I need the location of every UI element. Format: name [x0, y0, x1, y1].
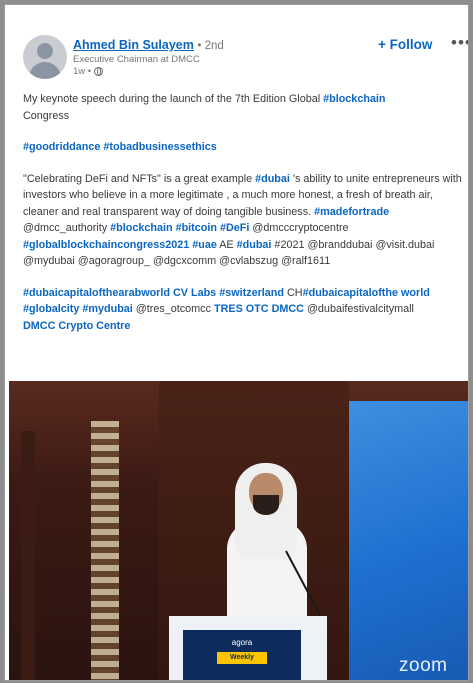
- mention-dmcc-crypto-centre[interactable]: DMCC Crypto Centre: [23, 320, 130, 332]
- hashtag-globalcity[interactable]: #globalcity: [23, 303, 79, 315]
- blue-screen: [349, 401, 468, 680]
- post-paragraph-1: My keynote speech during the launch of t…: [23, 91, 463, 124]
- mention-dmcc-authority[interactable]: @dmcc_authority: [23, 222, 110, 234]
- hashtag-defi[interactable]: #DeFi: [220, 222, 249, 234]
- post-header: Ahmed Bin Sulayem • 2nd Executive Chairm…: [5, 5, 468, 91]
- hashtag-dubai[interactable]: #dubai: [255, 173, 290, 185]
- speaker-beard: [253, 495, 279, 515]
- zoom-watermark: zoom: [399, 655, 448, 676]
- hashtag-bitcoin[interactable]: #bitcoin: [176, 222, 217, 234]
- hashtag-mydubai[interactable]: #mydubai: [82, 303, 132, 315]
- avatar-body-shape: [29, 62, 61, 79]
- post-time: 1w •: [73, 66, 92, 77]
- mention-tres-otcomcc[interactable]: @tres_otcomcc: [133, 303, 214, 315]
- hashtag-dubaicapitalofthearabworld[interactable]: #dubaicapitalofthearabworld: [23, 287, 170, 299]
- podium-logo: agora: [231, 638, 253, 647]
- hashtag-madefortrade[interactable]: #madefortrade: [314, 206, 389, 218]
- globe-icon: [94, 67, 104, 76]
- mention-dmcccryptocentre[interactable]: @dmcccryptocentre: [249, 222, 348, 234]
- hashtag-dubaicapitaloftheworld[interactable]: #dubaicapitalofthe world: [303, 287, 430, 299]
- post-card: Ahmed Bin Sulayem • 2nd Executive Chairm…: [4, 4, 469, 681]
- hashtag-blockchain[interactable]: #blockchain: [323, 93, 385, 105]
- mention-tres-otc-dmcc[interactable]: TRES OTC DMCC: [214, 303, 304, 315]
- connection-degree: • 2nd: [197, 40, 224, 52]
- hashtag-globalblockchaincongress2021[interactable]: #globalblockchaincongress2021: [23, 239, 189, 251]
- post-paragraph-4: #dubaicapitalofthearabworld CV Labs #swi…: [23, 285, 463, 335]
- text-run: Congress: [23, 109, 70, 122]
- podium: agora Weekly: [169, 616, 327, 680]
- author-line: Ahmed Bin Sulayem • 2nd: [73, 38, 224, 52]
- hashtag-uae[interactable]: #uae: [192, 239, 217, 251]
- post-meta: 1w •: [73, 66, 104, 77]
- avatar[interactable]: [23, 35, 67, 79]
- mention-cv-labs[interactable]: CV Labs: [170, 287, 219, 299]
- hashtag-goodriddance[interactable]: #goodriddance #tobadbusinessethics: [23, 141, 217, 153]
- post-text: My keynote speech during the launch of t…: [23, 91, 463, 349]
- post-paragraph-3: "Celebrating DeFi and NFTs" is a great e…: [23, 171, 463, 270]
- text-run: My keynote speech during the launch of t…: [23, 93, 324, 105]
- post-paragraph-2: #goodriddance #tobadbusinessethics: [23, 139, 463, 156]
- podium-badge: Weekly: [217, 652, 267, 664]
- hashtag-blockchain[interactable]: #blockchain: [110, 222, 172, 234]
- author-name[interactable]: Ahmed Bin Sulayem: [73, 38, 194, 52]
- hashtag-switzerland[interactable]: #switzerland: [219, 287, 284, 299]
- text-run: "Celebrating DeFi and NFTs" is a great e…: [23, 172, 256, 185]
- podium-panel: agora Weekly: [183, 630, 301, 680]
- mention-dubaifestivalcitymall[interactable]: @dubaifestivalcitymall: [304, 303, 414, 315]
- author-title: Executive Chairman at DMCC: [73, 54, 200, 65]
- hashtag-dubai[interactable]: #dubai: [237, 239, 272, 251]
- video-player[interactable]: agora Weekly zoom: [9, 381, 468, 680]
- follow-button[interactable]: + Follow: [378, 37, 432, 52]
- text-run: AE: [216, 238, 237, 251]
- avatar-head-shape: [37, 43, 53, 59]
- wall-lattice: [91, 421, 119, 680]
- wall-pillar: [21, 431, 35, 680]
- more-options-icon[interactable]: •••: [451, 33, 468, 53]
- text-run: CH: [284, 286, 303, 299]
